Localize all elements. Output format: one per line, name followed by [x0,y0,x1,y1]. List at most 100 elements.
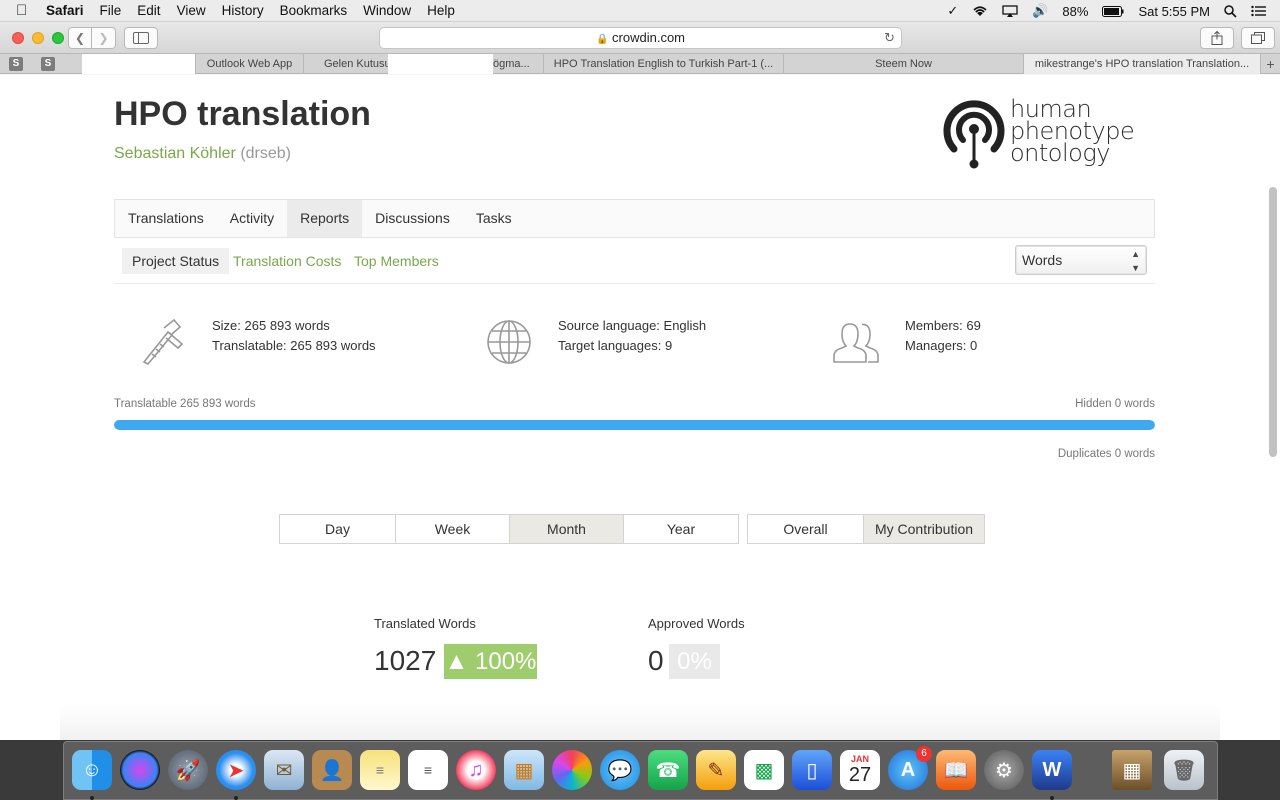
facetime-icon[interactable]: ☎ [648,750,688,790]
menu-file[interactable]: File [100,3,122,18]
reports-subnav: Project Status Translation Costs Top Mem… [114,238,1155,284]
word-icon[interactable]: W [1032,750,1072,790]
calendar-day: 27 [848,764,872,786]
tab-overview-button[interactable] [1241,27,1275,49]
siri-icon[interactable] [120,750,160,790]
forward-button[interactable]: ❯ [92,27,116,49]
tab-discussions[interactable]: Discussions [362,200,463,237]
tab-activity[interactable]: Activity [217,200,287,237]
share-icon [1211,31,1223,45]
subtab-project-status[interactable]: Project Status [122,248,230,274]
minimize-window-button[interactable] [32,32,44,44]
pinned-tab-1[interactable]: S [9,57,23,71]
tab-ogma[interactable]: ögma... [493,54,543,74]
finder-icon[interactable]: ☺ [72,750,112,790]
new-tab-button[interactable]: + [1260,54,1280,74]
notification-center-icon[interactable] [1251,5,1266,17]
keynote-icon[interactable]: ▯ [792,750,832,790]
translated-words-label: Translated Words [374,616,476,631]
photos-icon[interactable] [552,750,592,790]
sidebar-toggle-button[interactable] [124,27,158,49]
numbers-icon[interactable]: ▩ [744,750,784,790]
battery-icon[interactable] [1102,5,1124,17]
spotlight-search-icon[interactable] [1224,4,1237,18]
tab-tasks[interactable]: Tasks [463,200,525,237]
period-month[interactable]: Month [509,515,623,543]
sidebar-icon [133,32,149,44]
ibooks-icon[interactable]: 📖 [936,750,976,790]
back-button[interactable]: ❮ [68,27,92,49]
owner-name-link[interactable]: Sebastian Köhler [114,145,236,162]
messages-icon[interactable]: 💬 [600,750,640,790]
tab-translations[interactable]: Translations [115,200,217,237]
unit-select[interactable]: Words ▲ ▼ [1015,245,1147,275]
tab-steem-now[interactable]: Steem Now [783,54,1023,74]
tab-gelen-kutusu[interactable]: Gelen Kutusu [303,54,388,74]
chevron-right-icon: ❯ [98,31,109,45]
tab-bar: S S Outlook Web App Gelen Kutusu ögma...… [0,54,1280,74]
progress-bar [114,420,1155,430]
system-preferences-icon[interactable]: ⚙ [984,750,1024,790]
apple-icon[interactable]:  [16,2,32,19]
launchpad-icon[interactable]: 🚀 [168,750,208,790]
itunes-icon[interactable]: ♫ [456,750,496,790]
project-tabs: Translations Activity Reports Discussion… [114,199,1155,238]
downloads-stack-icon[interactable]: ▦ [1112,750,1152,790]
close-window-button[interactable] [12,32,24,44]
subtab-top-members[interactable]: Top Members [354,248,439,274]
web-page: HPO translation Sebastian Köhler (drseb)… [0,75,1280,740]
calendar-icon[interactable]: JAN 27 [840,750,880,790]
menu-app-safari[interactable]: Safari [46,3,84,18]
tab-hpo-translation-part1[interactable]: HPO Translation English to Turkish Part-… [543,54,783,74]
menu-help[interactable]: Help [427,3,455,18]
tab-blank-2[interactable] [388,54,493,74]
scope-overall[interactable]: Overall [748,515,863,543]
hpo-logo-icon [943,100,1005,169]
wifi-icon[interactable] [972,5,988,17]
checkmark-status-icon[interactable]: ✓ [947,3,958,19]
preview-icon[interactable]: ▦ [504,750,544,790]
airplay-icon[interactable] [1002,5,1018,17]
pinned-tab-2[interactable]: S [41,57,55,71]
approved-change-badge: 0% [669,644,720,679]
scope-my-contribution[interactable]: My Contribution [863,515,984,543]
tab-crowdin-active[interactable]: mikestrange's HPO translation Translatio… [1023,54,1260,74]
period-year[interactable]: Year [623,515,738,543]
reminders-icon[interactable]: ≡ [408,750,448,790]
logo-wordmark: human phenotype ontology [1010,97,1135,165]
page-scrollbar[interactable] [1269,187,1277,457]
menu-edit[interactable]: Edit [137,3,160,18]
period-day[interactable]: Day [280,515,395,543]
notes-icon[interactable]: ≡ [360,750,400,790]
menu-bar:  Safari File Edit View History Bookmark… [0,0,1280,22]
chevron-left-icon: ❮ [74,31,86,45]
share-button[interactable] [1200,27,1234,49]
pages-icon[interactable]: ✎ [696,750,736,790]
translatable-words-label: Translatable 265 893 words [114,398,256,410]
managers-stat: Managers: 0 [905,338,978,353]
contacts-icon[interactable]: 👤 [312,750,352,790]
subtab-translation-costs[interactable]: Translation Costs [233,248,341,274]
clock[interactable]: Sat 5:55 PM [1138,4,1210,19]
mail-icon[interactable]: ✉ [264,750,304,790]
safari-icon[interactable]: ➤ [216,750,256,790]
unit-select-value: Words [1022,252,1063,268]
address-url: crowdin.com [612,30,686,45]
tab-reports[interactable]: Reports [287,200,363,237]
trash-icon[interactable]: 🗑 [1164,750,1204,790]
select-arrows-icon: ▲ ▼ [1131,249,1140,273]
hidden-words-label: Hidden 0 words [1075,398,1155,410]
members-icon [833,323,879,363]
address-bar[interactable]: 🔒 crowdin.com ↻ [379,27,902,49]
menu-window[interactable]: Window [363,3,411,18]
tab-outlook[interactable]: Outlook Web App [195,54,303,74]
zoom-window-button[interactable] [52,32,64,44]
period-week[interactable]: Week [395,515,509,543]
volume-icon[interactable]: 🔊 [1032,3,1048,19]
menu-history[interactable]: History [222,3,264,18]
menu-view[interactable]: View [177,3,206,18]
tab-blank-1[interactable] [82,54,195,74]
menu-bookmarks[interactable]: Bookmarks [280,3,348,18]
reload-icon[interactable]: ↻ [884,28,895,48]
safari-running-dot [234,796,238,800]
